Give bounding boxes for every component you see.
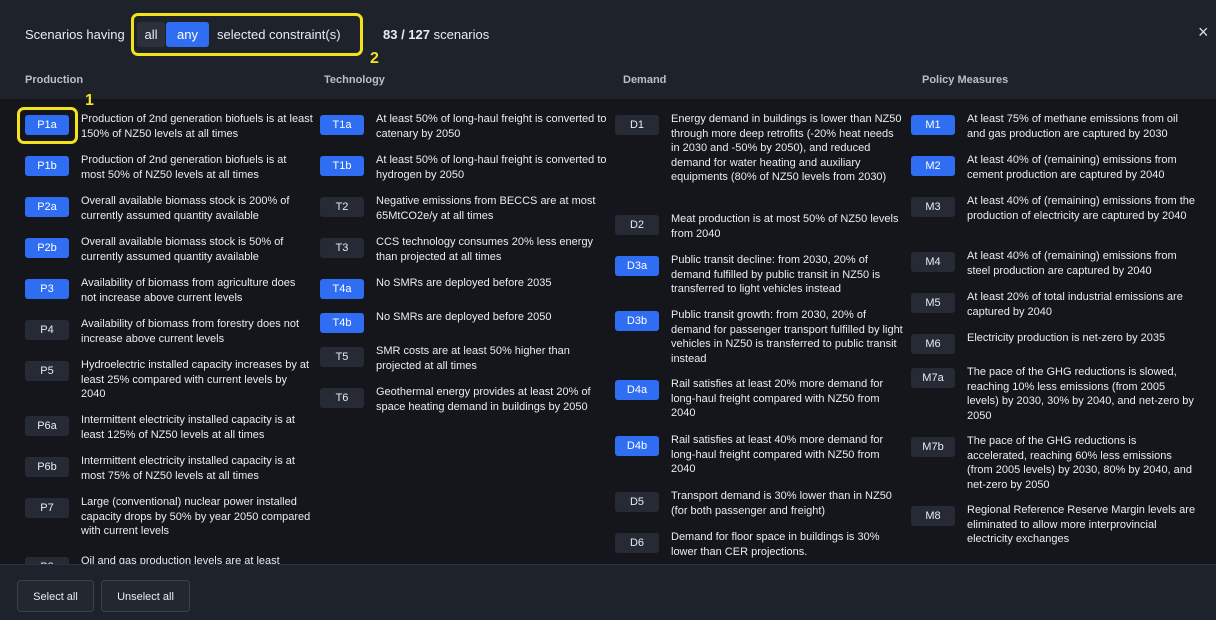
constraint-description: Geothermal energy provides at least 20% …	[376, 386, 591, 413]
scenario-count: 83 / 127 scenarios	[383, 27, 489, 42]
scenario-count-value: 83 / 127	[383, 27, 430, 42]
constraint-code-badge[interactable]: T2	[320, 197, 364, 217]
constraints-list[interactable]: P1a Production of 2nd generation biofuels…	[0, 99, 1216, 564]
constraint-description: Negative emissions from BECCS are at mos…	[376, 195, 596, 222]
constraint-description: Electricity production is net-zero by 20…	[967, 332, 1166, 344]
constraint-description: Intermittent electricity installed capac…	[81, 414, 295, 441]
constraint-code-badge[interactable]: M6	[911, 334, 955, 354]
constraint-code-badge[interactable]: D5	[615, 492, 659, 512]
constraint-description: No SMRs are deployed before 2035	[376, 277, 552, 289]
constraint-description: Energy demand in buildings is lower than…	[671, 113, 902, 183]
constraint-code-badge[interactable]: T6	[320, 388, 364, 408]
constraint-description: The pace of the GHG reductions is accele…	[967, 435, 1193, 491]
constraint-description: Production of 2nd generation biofuels is…	[81, 154, 287, 181]
constraint-description: Availability of biomass from forestry do…	[81, 318, 300, 345]
constraint-description: Overall available biomass stock is 50% o…	[81, 236, 284, 263]
footer-bar: Select all Unselect all	[0, 564, 1216, 620]
scenarios-having-label: Scenarios having	[25, 27, 125, 42]
constraint-description: At least 50% of long-haul freight is con…	[376, 113, 607, 140]
constraint-code-badge[interactable]: T3	[320, 238, 364, 258]
close-icon[interactable]: ×	[1198, 22, 1209, 43]
constraint-code-badge[interactable]: M2	[911, 156, 955, 176]
select-all-button[interactable]: Select all	[17, 580, 94, 612]
constraint-code-badge[interactable]: P1b	[25, 156, 69, 176]
constraint-code-badge[interactable]: T4a	[320, 279, 364, 299]
constraint-description: At least 40% of (remaining) emissions fr…	[967, 154, 1177, 181]
constraint-description: The pace of the GHG reductions is slowed…	[967, 366, 1194, 422]
match-all-toggle[interactable]: all	[137, 22, 165, 47]
constraint-description: Overall available biomass stock is 200% …	[81, 195, 290, 222]
constraint-code-badge[interactable]: P2a	[25, 197, 69, 217]
constraint-code-badge[interactable]: P3	[25, 279, 69, 299]
constraint-code-badge[interactable]: M8	[911, 506, 955, 526]
constraint-description: At least 20% of total industrial emissio…	[967, 291, 1183, 318]
selected-constraints-label: selected constraint(s)	[217, 27, 341, 42]
constraint-code-badge[interactable]: D1	[615, 115, 659, 135]
constraint-code-badge[interactable]: M4	[911, 252, 955, 272]
constraint-description: At least 40% of (remaining) emissions fr…	[967, 195, 1196, 222]
column-title-demand: Demand	[623, 74, 667, 86]
constraint-description: SMR costs are at least 50% higher than p…	[376, 345, 570, 372]
column-title-technology: Technology	[324, 74, 385, 86]
constraint-code-badge[interactable]: P8	[25, 557, 69, 564]
constraint-code-badge[interactable]: D6	[615, 533, 659, 553]
constraint-description: Meat production is at most 50% of NZ50 l…	[671, 213, 899, 240]
constraint-code-badge[interactable]: M5	[911, 293, 955, 313]
constraint-code-badge[interactable]: P2b	[25, 238, 69, 258]
constraint-description: At least 40% of (remaining) emissions fr…	[967, 250, 1177, 277]
match-any-toggle[interactable]: any	[166, 22, 209, 47]
scenario-count-unit: scenarios	[430, 27, 490, 42]
constraint-code-badge[interactable]: D4b	[615, 436, 659, 456]
constraint-description: At least 50% of long-haul freight is con…	[376, 154, 607, 181]
constraint-description: At least 75% of methane emissions from o…	[967, 113, 1178, 140]
constraint-description: Public transit growth: from 2030, 20% of…	[671, 309, 903, 365]
constraint-description: CCS technology consumes 20% less energy …	[376, 236, 594, 263]
constraint-code-badge[interactable]: P5	[25, 361, 69, 381]
constraint-description: Oil and gas production levels are at lea…	[81, 555, 280, 564]
constraint-description: Public transit decline: from 2030, 20% o…	[671, 254, 881, 295]
constraint-description: Rail satisfies at least 20% more demand …	[671, 378, 884, 419]
constraint-description: Production of 2nd generation biofuels is…	[81, 113, 313, 140]
constraint-description: Large (conventional) nuclear power insta…	[81, 496, 311, 537]
constraint-code-badge[interactable]: D2	[615, 215, 659, 235]
constraint-code-badge[interactable]: P4	[25, 320, 69, 340]
constraint-code-badge[interactable]: P6a	[25, 416, 69, 436]
constraint-code-badge[interactable]: T1a	[320, 115, 364, 135]
constraint-code-badge[interactable]: P7	[25, 498, 69, 518]
constraint-code-badge[interactable]: D3b	[615, 311, 659, 331]
constraint-code-badge[interactable]: M3	[911, 197, 955, 217]
column-title-production: Production	[25, 74, 84, 86]
constraint-code-badge[interactable]: T5	[320, 347, 364, 367]
constraint-code-badge[interactable]: M7b	[911, 437, 955, 457]
unselect-all-button[interactable]: Unselect all	[101, 580, 190, 612]
constraint-code-badge[interactable]: T4b	[320, 313, 364, 333]
p1a-highlight	[17, 107, 78, 144]
callout-number-2: 2	[370, 50, 379, 67]
constraint-description: No SMRs are deployed before 2050	[376, 311, 552, 323]
constraint-description: Availability of biomass from agriculture…	[81, 277, 296, 304]
constraint-description: Regional Reference Reserve Margin levels…	[967, 504, 1196, 545]
constraint-code-badge[interactable]: T1b	[320, 156, 364, 176]
constraint-description: Transport demand is 30% lower than in NZ…	[671, 490, 892, 517]
constraint-description: Rail satisfies at least 40% more demand …	[671, 434, 884, 475]
constraint-description: Demand for floor space in buildings is 3…	[671, 531, 880, 558]
constraint-code-badge[interactable]: D3a	[615, 256, 659, 276]
callout-number-1: 1	[85, 92, 94, 109]
constraint-code-badge[interactable]: P6b	[25, 457, 69, 477]
column-title-policy-measures: Policy Measures	[922, 74, 1009, 86]
constraint-description: Intermittent electricity installed capac…	[81, 455, 295, 482]
constraint-code-badge[interactable]: D4a	[615, 380, 659, 400]
constraint-code-badge[interactable]: M1	[911, 115, 955, 135]
constraint-description: Hydroelectric installed capacity increas…	[81, 359, 310, 400]
constraint-code-badge[interactable]: M7a	[911, 368, 955, 388]
